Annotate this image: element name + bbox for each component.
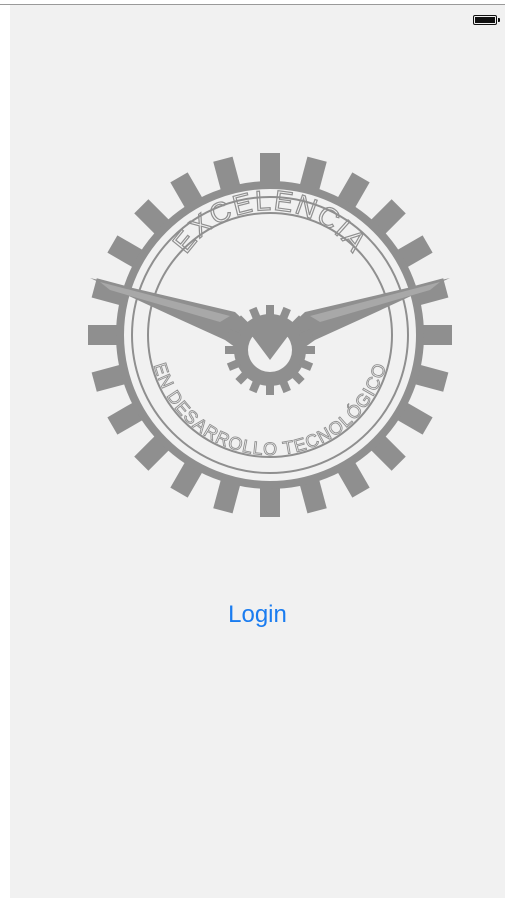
battery-fill [475, 17, 495, 23]
small-gear [225, 305, 315, 395]
gear-tooth [260, 485, 280, 517]
small-gear-tooth [225, 346, 237, 354]
battery-icon [473, 15, 497, 25]
small-gear-tooth [266, 305, 274, 317]
gear-tooth [420, 325, 452, 345]
small-gear-tooth [303, 346, 315, 354]
battery-nub [498, 18, 500, 22]
login-button[interactable]: Login [10, 600, 505, 630]
gear-tooth [260, 153, 280, 185]
owl-gear-seal-icon: EXCELENCIA EN DESARROLLO TECNOLÓGICO [88, 153, 452, 517]
gear-tooth [88, 325, 120, 345]
app-screen: EXCELENCIA EN DESARROLLO TECNOLÓGICO Log… [10, 5, 505, 898]
small-gear-tooth [266, 383, 274, 395]
